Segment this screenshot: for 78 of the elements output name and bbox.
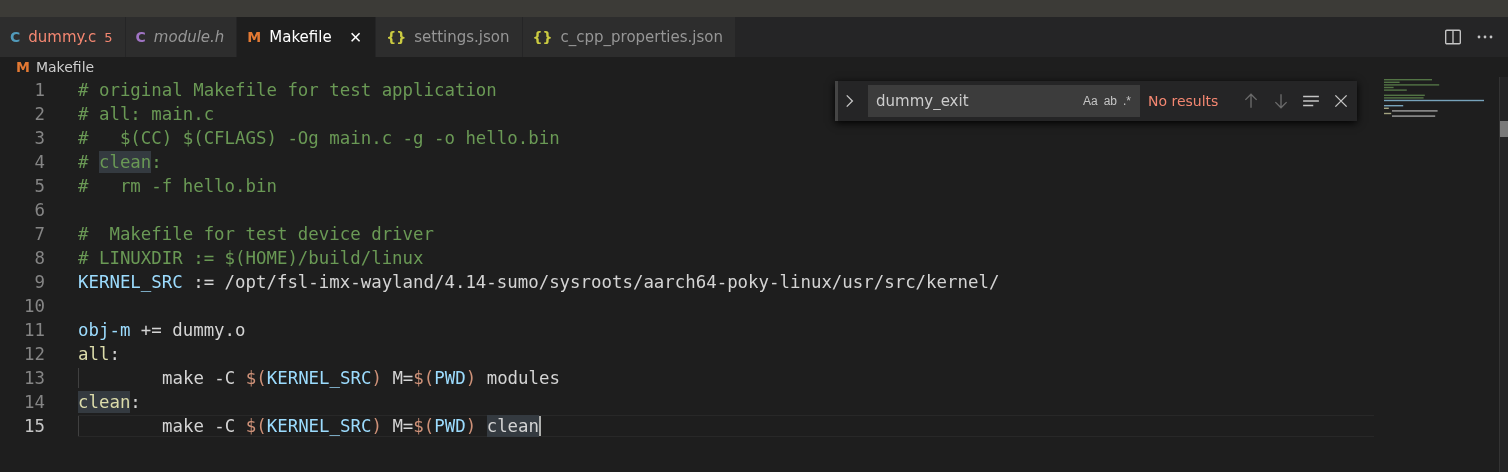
code-token: :	[109, 343, 120, 365]
code-token: M=	[391, 415, 414, 437]
tab-label: settings.json	[414, 28, 510, 46]
code-token: modules	[485, 367, 560, 389]
file-type-icon: C	[10, 29, 21, 45]
file-type-icon: {}	[532, 29, 553, 45]
editor-tab[interactable]: {} c_cpp_properties.json	[522, 17, 736, 57]
line-number: 4	[33, 152, 45, 172]
line-number: 1	[33, 80, 45, 100]
code-token: obj-m	[78, 319, 131, 341]
file-type-icon: M	[247, 29, 262, 45]
tab-label: dummy.c	[28, 28, 97, 46]
code-token: M=	[391, 367, 414, 389]
code-token: $(	[245, 415, 267, 437]
code-token: $(	[245, 367, 267, 389]
line-number: 7	[33, 224, 45, 244]
editor-tab[interactable]: C module.h	[125, 17, 238, 57]
line-number: 5	[33, 176, 45, 196]
code-token: clean	[486, 415, 539, 437]
code-token: += dummy.o	[139, 319, 246, 341]
more-actions-icon[interactable]	[1476, 35, 1494, 39]
code-token: PWD	[434, 415, 466, 437]
file-type-icon: {}	[386, 29, 407, 45]
code-token: KERNEL_SRC	[78, 271, 183, 293]
editor-tab[interactable]: C dummy.c 5	[0, 17, 126, 57]
find-option-button[interactable]: ab	[1100, 94, 1120, 108]
code-token: PWD	[434, 367, 466, 389]
code-token: )	[465, 415, 478, 437]
line-number: 9	[33, 272, 45, 292]
line-number: 11	[23, 320, 45, 340]
code-token: all	[78, 343, 110, 365]
tab-label: module.h	[153, 28, 225, 46]
code-token: make -C	[162, 415, 237, 437]
code-token: KERNEL_SRC	[266, 367, 372, 389]
line-number: 3	[33, 128, 45, 148]
find-status: No results	[1148, 93, 1219, 109]
error-count: 5	[104, 29, 113, 45]
scrollbar-thumb[interactable]	[1500, 121, 1508, 137]
code-token: )	[371, 415, 382, 437]
line-number: 14	[23, 392, 45, 412]
code-token: # LINUXDIR := $(HOME)/build/linux	[78, 247, 424, 269]
breadcrumb-item[interactable]: Makefile	[35, 59, 95, 75]
code-token: $(	[413, 367, 435, 389]
editor-tab[interactable]: M Makefile ×	[237, 17, 377, 57]
text-cursor	[539, 416, 541, 436]
code-token: KERNEL_SRC	[266, 415, 372, 437]
split-editor-icon	[1444, 28, 1462, 46]
code-token: $(	[413, 415, 435, 437]
line-number: 12	[23, 344, 45, 364]
code-token: # $(CC) $(CFLAGS) -Og main.c -g -o hello.bin	[78, 127, 560, 149]
editor-tab[interactable]: {} settings.json	[376, 17, 523, 57]
file-type-icon: M	[16, 59, 30, 75]
code-token: )	[371, 367, 382, 389]
code-token: := /opt/fsl-imx-wayland/4.14-sumo/sysroots/aarch64-poky-linux/usr/src/kernel/	[192, 271, 1000, 293]
file-type-icon: C	[135, 29, 146, 45]
close-tab-button[interactable]: ×	[347, 25, 364, 49]
code-token: # original Makefile for test application	[78, 79, 497, 101]
line-number: 15	[23, 416, 45, 436]
code-token: # Makefile for test device driver	[78, 223, 434, 245]
find-input[interactable]: dummy_exit Aa ab .*	[868, 85, 1140, 117]
line-number: 6	[33, 200, 45, 220]
tab-label: Makefile	[269, 28, 332, 46]
code-token: # all: main.c	[78, 103, 215, 125]
code-token: :	[130, 391, 141, 413]
line-number: 13	[23, 368, 45, 388]
code-token: )	[465, 367, 477, 389]
code-token: # rm -f hello.bin	[78, 175, 277, 197]
code-token: :	[151, 151, 162, 173]
line-number: 8	[33, 248, 45, 268]
code-token: clean	[78, 391, 131, 413]
code-token: clean	[98, 151, 152, 173]
find-option-button[interactable]: .*	[1120, 94, 1134, 108]
code-token: #	[78, 151, 90, 173]
tab-label: c_cpp_properties.json	[560, 28, 723, 46]
find-option-button[interactable]: Aa	[1079, 94, 1101, 108]
line-number: 2	[33, 104, 45, 124]
line-number: 10	[23, 296, 45, 316]
code-token: make -C	[162, 367, 237, 389]
